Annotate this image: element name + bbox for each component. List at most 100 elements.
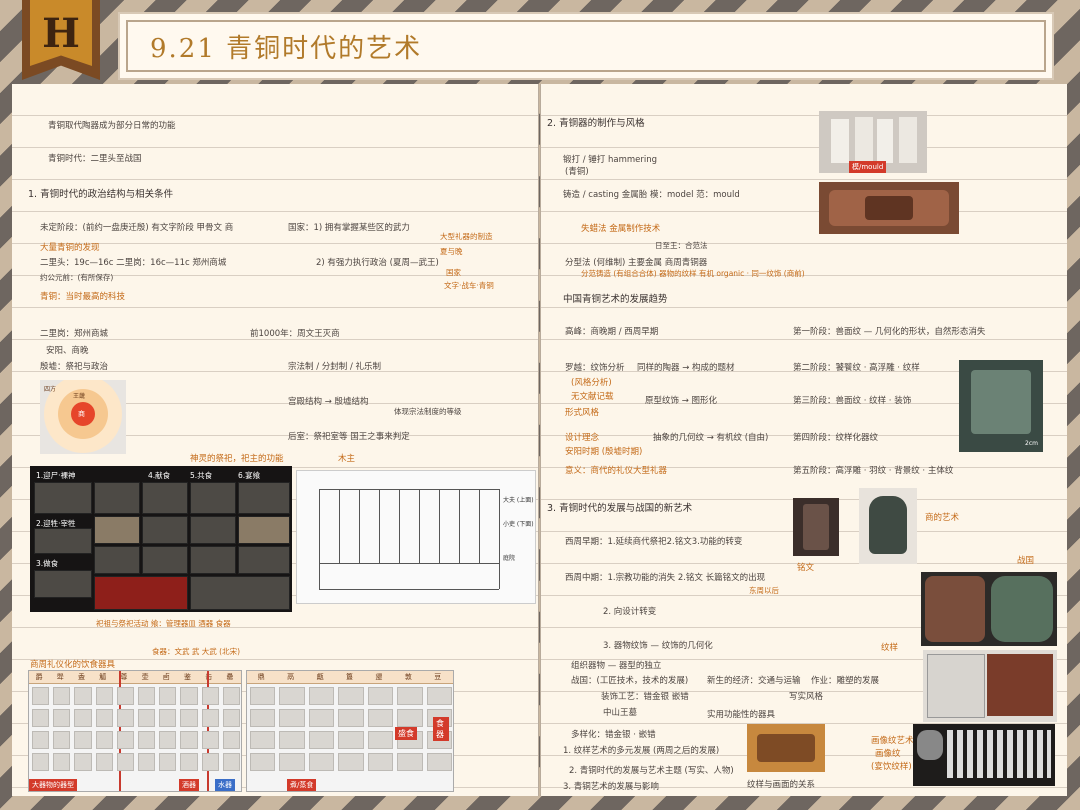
right-notes-line-40: 多样化：错金银 · 嵌错 bbox=[571, 730, 656, 740]
left-notes-line-20: 体现宗法制度的等级 bbox=[394, 407, 462, 416]
logo-letter: H bbox=[30, 0, 92, 66]
right-notes-line-17: 第三阶段：兽面纹 · 纹样 · 装饰 bbox=[793, 396, 912, 406]
right-notes-line-4: 失蜡法 金属制作技术 bbox=[581, 224, 661, 234]
right-notes-line-16: 原型纹饰 → 图形化 bbox=[645, 396, 718, 406]
chart1-vessel-thumb bbox=[222, 731, 240, 749]
chart1-vessel-thumb bbox=[159, 687, 177, 705]
chart2-vessel-thumb bbox=[279, 709, 305, 727]
right-notes-line-8: 中国青铜艺术的发展趋势 bbox=[563, 294, 668, 305]
chart1-header-7: 鉴 bbox=[184, 673, 191, 681]
left-notes-line-14: 二里岗：郑州商城 bbox=[40, 329, 109, 339]
chart2-tag-right: 食器 bbox=[433, 717, 449, 741]
right-notes-line-15: 第二阶段：饕餮纹 · 高浮雕 · 纹样 bbox=[793, 363, 920, 373]
left-notes-line-17: 殷墟：祭祀与政治 bbox=[40, 362, 109, 372]
chart1-vessel-thumb bbox=[95, 731, 113, 749]
left-notes-line-9: 夏与晚 bbox=[440, 247, 463, 256]
right-notes-line-45: 画像纹艺术 bbox=[871, 736, 914, 746]
right-notes-line-47: (宴饮纹样) bbox=[871, 762, 912, 772]
plan-label-court: 庭院 bbox=[503, 555, 516, 562]
left-notes-line-0: 青铜取代陶器成为部分日常的功能 bbox=[48, 121, 176, 131]
chart2-header-6: 豆 bbox=[434, 673, 442, 681]
chart1-vessel-thumb bbox=[138, 753, 156, 771]
mould-label: 模/mould bbox=[849, 161, 887, 173]
right-notes-line-46: 画像纹 bbox=[875, 749, 901, 759]
chart1-tag-left: 大器物的器型 bbox=[29, 779, 77, 791]
right-notes-line-29: 东周以后 bbox=[749, 586, 779, 595]
left-notebook-page: 商 王畿 四方 1.迎尸·裸神 4.献食 5.共食 6.宴飨 2.迎牲·宰牲 3… bbox=[12, 84, 539, 796]
chart2-vessel-thumb bbox=[250, 731, 276, 749]
chart2-vessel-thumb bbox=[338, 731, 364, 749]
chart1-vessel-thumb bbox=[222, 687, 240, 705]
chart2-vessel-thumb bbox=[426, 687, 452, 705]
chart1-header-5: 壶 bbox=[141, 673, 149, 681]
left-notes-line-10: 国家 bbox=[446, 268, 461, 277]
chart2-vessel-thumb bbox=[279, 731, 305, 749]
chart2-vessel-thumb bbox=[367, 753, 394, 771]
chart1-vessel-thumb bbox=[32, 709, 50, 727]
right-notes-line-41: 1. 纹样艺术的多元发展 (两周之后的发展) bbox=[563, 746, 720, 756]
right-notes-line-10: 第一阶段：兽面纹 — 几何化的形状，自然形态消失 bbox=[793, 327, 986, 337]
left-notes-line-19: 宫殿结构 → 殷墟结构 bbox=[288, 397, 369, 407]
right-notes-line-0: 2. 青铜器的制作与风格 bbox=[547, 118, 645, 129]
chart1-vessel-thumb bbox=[74, 753, 92, 771]
right-notes-line-32: 组织器物 — 器型的独立 bbox=[571, 661, 662, 671]
left-notes-line-5: 大量青铜的发现 bbox=[40, 243, 100, 253]
chart2-header-2: 甗 bbox=[316, 673, 324, 681]
chart1-vessel-thumb bbox=[159, 731, 177, 749]
right-notes-line-22: 安阳时期 (殷墟时期) bbox=[565, 447, 643, 457]
left-notes-line-22: 木主 bbox=[338, 454, 356, 464]
chart1-vessel-thumb bbox=[53, 753, 71, 771]
lidded-vessel-photo bbox=[859, 488, 917, 564]
chart1-vessel-thumb bbox=[222, 753, 240, 771]
right-notebook-page: 模/mould 2cm 2. 青铜器的制作与风格 锻打 / 锤打 hammerin… bbox=[540, 84, 1067, 796]
left-notes-line-25: 食器：文武 武 大武 (北宋) bbox=[152, 647, 241, 656]
chart1-vessel-thumb bbox=[201, 709, 219, 727]
chart1-tag-right: 水器 bbox=[215, 779, 235, 791]
right-notes-line-31: 3. 器物纹饰 — 纹饰的几何化 bbox=[603, 641, 713, 651]
plan-label-lower: 小吏 (下面) bbox=[503, 521, 534, 528]
page-title: 9.21 青铜时代的艺术 bbox=[150, 34, 423, 64]
chart2-header-1: 鬲 bbox=[287, 673, 295, 681]
chart1-vessel-thumb bbox=[95, 687, 113, 705]
right-notes-line-33: 战国：(工匠技术，技术的发展) bbox=[571, 676, 689, 686]
right-notes-line-6: 日至王：合范法 bbox=[655, 241, 708, 250]
right-notes-line-26: 西周早期：1.延续商代祭祀2.铭文3.功能的转变 bbox=[565, 537, 743, 547]
chart1-vessel-thumb bbox=[201, 753, 219, 771]
right-notes-line-5: 分型法 (何维制) 主要金属 商周青铜器 bbox=[565, 258, 708, 268]
chart1-vessel-thumb bbox=[116, 753, 134, 771]
left-notes-line-7: 2) 有强力执行政治 (夏周—武王) bbox=[316, 258, 439, 268]
chart1-vessel-thumb bbox=[74, 687, 92, 705]
chart1-vessel-thumb bbox=[159, 753, 177, 771]
left-notes-line-3: 未定阶段：(前约一盘庚迁殷) 有文字阶段 甲骨文 商 bbox=[40, 223, 234, 233]
chart2-vessel-thumb bbox=[308, 731, 335, 749]
right-notes-line-27: 西周中期：1.宗教功能的消失 2.铭文 长篇铭文的出现 bbox=[565, 573, 766, 583]
left-notes-line-21: 后室：祭祀室等 国王之事来判定 bbox=[288, 432, 410, 442]
right-notes-line-38: 写实风格 bbox=[789, 692, 824, 702]
painted-lacquer-photo bbox=[747, 724, 825, 772]
chart1-header-6: 卣 bbox=[162, 673, 170, 681]
diagram-ring-label: 王畿 bbox=[73, 393, 86, 400]
left-notes-line-11: 文字·战车·青铜 bbox=[444, 281, 494, 290]
right-notes-line-13: 无文献记载 bbox=[571, 392, 614, 402]
right-notes-line-7: 分范铸造 (有组合合体) 器物的纹样 有机 organic · 同一纹饰 (商前… bbox=[581, 269, 805, 278]
collage-label-6: 6.宴飨 bbox=[238, 471, 261, 480]
mould-photo: 模/mould bbox=[819, 111, 927, 173]
chart1-vessel-thumb bbox=[138, 687, 156, 705]
chart1-vessel-thumb bbox=[74, 709, 92, 727]
right-notes-line-11: 罗越：纹饰分析 bbox=[565, 363, 625, 373]
diagram-center-label: 商 bbox=[78, 410, 85, 418]
chart2-header-0: 鼎 bbox=[257, 673, 265, 681]
zun-vessel-photo bbox=[793, 498, 839, 556]
chart1-vessel-thumb bbox=[201, 731, 219, 749]
chart2-vessel-thumb bbox=[338, 753, 364, 771]
chart1-vessel-thumb bbox=[32, 687, 50, 705]
left-notes-line-1: 青铜时代：二里头至战国 bbox=[48, 154, 142, 164]
right-notes-line-21: 第四阶段：纹样化器纹 bbox=[793, 433, 879, 443]
right-notes-line-34: 新生的经济：交通与运输 bbox=[707, 676, 801, 686]
right-notes-line-44: 纹样与画面的关系 bbox=[747, 780, 816, 790]
inlaid-bronze-photos bbox=[921, 572, 1057, 646]
chart1-header-2: 盉 bbox=[78, 673, 85, 681]
chart1-vessel-thumb bbox=[95, 753, 113, 771]
right-notes-line-30: 2. 向设计转变 bbox=[603, 607, 657, 617]
left-notes-line-13: 青铜：当时最高的科技 bbox=[40, 292, 126, 302]
